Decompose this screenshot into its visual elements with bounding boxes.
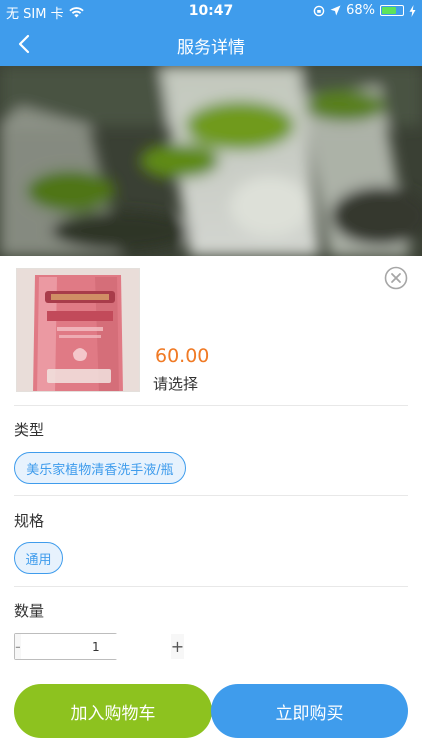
battery-icon [380,5,404,16]
product-image [16,268,140,392]
battery-percent: 68% [346,3,375,18]
quantity-input[interactable] [20,634,171,659]
selection-prompt: 请选择 [153,375,199,393]
add-to-cart-button[interactable]: 加入购物车 [14,684,212,738]
status-bar: 无 SIM 卡 10:47 68% [0,0,422,22]
type-label: 类型 [14,421,45,439]
spec-label: 规格 [14,512,45,530]
orientation-lock-icon [313,5,325,16]
spec-option-chip[interactable]: 通用 [14,542,63,574]
divider [14,586,408,587]
quantity-stepper: - + [14,633,185,660]
navigation-bar: 服务详情 [0,22,422,66]
hand-soap-bottle-image [17,269,139,391]
product-options-sheet: 60.00 请选择 类型 美乐家植物清香洗手液/瓶 规格 通用 数量 - + 加… [0,256,422,750]
page-title: 服务详情 [177,38,245,58]
buy-now-button[interactable]: 立即购买 [211,684,408,738]
increment-button[interactable]: + [170,634,185,659]
status-right: 68% [313,3,416,18]
charging-bolt-icon [409,4,416,17]
divider [14,405,408,406]
hero-image [0,66,422,256]
waterfall-photo [0,66,422,256]
type-option-chip[interactable]: 美乐家植物清香洗手液/瓶 [14,452,186,484]
battery-fill [382,7,396,14]
product-price: 60.00 [155,345,210,367]
quantity-label: 数量 [14,602,45,620]
close-icon[interactable] [384,266,408,290]
divider [14,495,408,496]
location-arrow-icon [330,5,341,16]
